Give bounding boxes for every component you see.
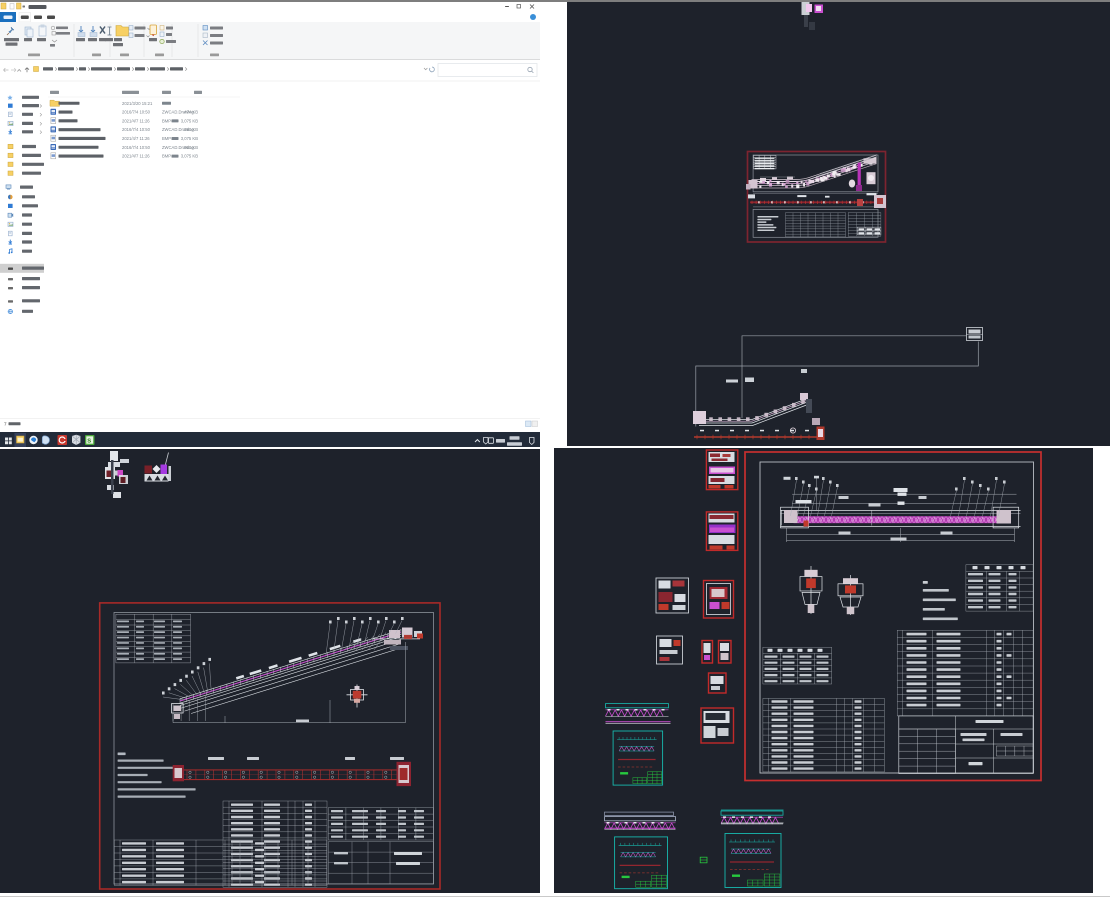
svg-text:901 KB: 901 KB xyxy=(184,145,198,150)
svg-text:3,075 KB: 3,075 KB xyxy=(181,154,198,159)
svg-text:S: S xyxy=(87,438,91,444)
svg-text:7: 7 xyxy=(4,422,7,427)
svg-text:2016/7/4 10:50: 2016/7/4 10:50 xyxy=(122,145,151,150)
svg-text:3,075 KB: 3,075 KB xyxy=(181,118,198,123)
svg-text:2016/7/4 10:50: 2016/7/4 10:50 xyxy=(122,110,151,115)
svg-text:BMP: BMP xyxy=(162,136,171,141)
svg-text:2021/4/7 11:26: 2021/4/7 11:26 xyxy=(122,154,150,159)
svg-text:474 KB: 474 KB xyxy=(184,110,198,115)
svg-text:3,075 KB: 3,075 KB xyxy=(181,136,198,141)
svg-text:BMP: BMP xyxy=(162,118,171,123)
svg-text:2021/4/7 11:26: 2021/4/7 11:26 xyxy=(122,136,150,141)
svg-text:2016/7/4 10:50: 2016/7/4 10:50 xyxy=(122,127,151,132)
svg-text:BMP: BMP xyxy=(162,154,171,159)
svg-text:2021/4/7 11:26: 2021/4/7 11:26 xyxy=(122,118,150,123)
svg-text:281 KB: 281 KB xyxy=(184,127,198,132)
svg-text:2021/3/20 15:21: 2021/3/20 15:21 xyxy=(122,101,153,106)
